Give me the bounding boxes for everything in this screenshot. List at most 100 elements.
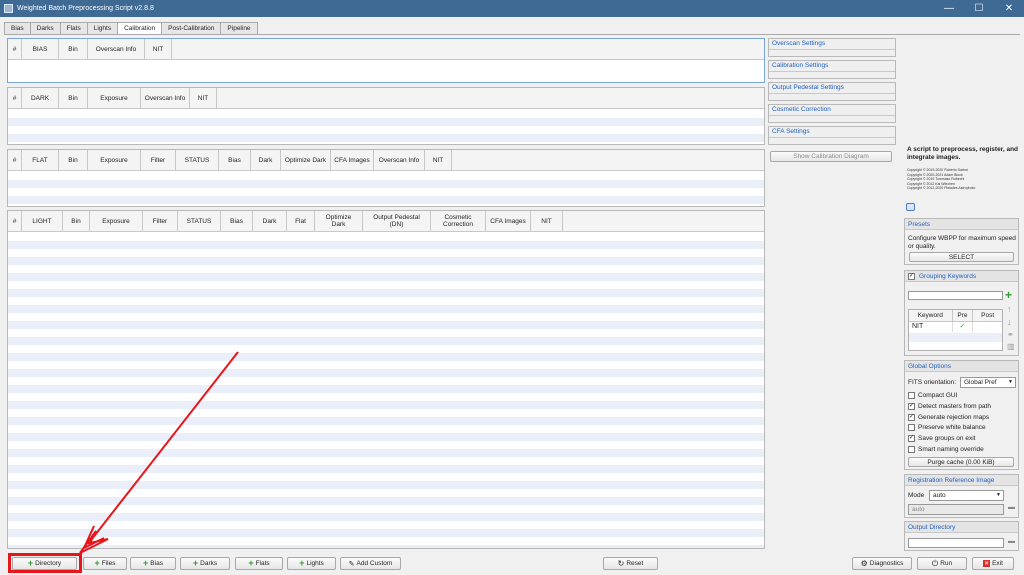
- move-down-icon[interactable]: ↓: [1007, 317, 1012, 327]
- col-exposure[interactable]: Exposure: [90, 211, 143, 231]
- col-post[interactable]: Post: [973, 310, 1002, 321]
- run-button[interactable]: ⏻ Run: [917, 557, 967, 570]
- tab-lights[interactable]: Lights: [86, 22, 119, 34]
- col-dark[interactable]: Dark: [253, 211, 287, 231]
- tab-post-calibration[interactable]: Post-Calibration: [161, 22, 222, 34]
- trash-icon[interactable]: ▥: [1007, 342, 1015, 351]
- rejection-maps-checkbox[interactable]: ✓: [908, 414, 915, 421]
- add-custom-button[interactable]: ✎ Add Custom: [340, 557, 401, 570]
- col-index[interactable]: #: [8, 39, 22, 59]
- col-exposure[interactable]: Exposure: [88, 150, 141, 170]
- move-up-icon[interactable]: ↑: [1007, 304, 1012, 314]
- tab-pipeline[interactable]: Pipeline: [220, 22, 258, 34]
- compact-gui-checkbox[interactable]: [908, 392, 915, 399]
- col-index[interactable]: #: [8, 150, 22, 170]
- col-overscan[interactable]: Overscan Info: [374, 150, 425, 170]
- reference-image-field[interactable]: auto: [908, 504, 1004, 515]
- close-button[interactable]: ✕: [994, 0, 1024, 17]
- col-flat[interactable]: FLAT: [22, 150, 59, 170]
- flat-table[interactable]: # FLAT Bin Exposure Filter STATUS Bias D…: [7, 149, 765, 207]
- table-rows[interactable]: [8, 172, 764, 206]
- col-keyword[interactable]: Keyword: [909, 310, 953, 321]
- table-row[interactable]: NIT ✓: [909, 322, 1002, 332]
- col-index[interactable]: #: [8, 88, 22, 108]
- col-optimize-dark[interactable]: Optimize Dark: [315, 211, 363, 231]
- table-rows[interactable]: [8, 233, 764, 548]
- col-optimize-dark[interactable]: Optimize Dark: [281, 150, 331, 170]
- col-flat[interactable]: Flat: [287, 211, 315, 231]
- comment-icon[interactable]: [906, 203, 915, 211]
- col-nit[interactable]: NIT: [425, 150, 452, 170]
- cosmetic-correction-settings[interactable]: Cosmetic Correction: [768, 104, 896, 123]
- add-bias-button[interactable]: + Bias: [130, 557, 176, 570]
- col-filter[interactable]: Filter: [143, 211, 178, 231]
- save-groups-checkbox[interactable]: ✓: [908, 435, 915, 442]
- calibration-settings[interactable]: Calibration Settings: [768, 60, 896, 79]
- col-bias[interactable]: Bias: [219, 150, 251, 170]
- smart-naming-checkbox[interactable]: [908, 446, 915, 453]
- add-darks-button[interactable]: + Darks: [180, 557, 230, 570]
- col-index[interactable]: #: [8, 211, 22, 231]
- col-cfa[interactable]: CFA Images: [486, 211, 531, 231]
- dark-table[interactable]: # DARK Bin Exposure Overscan Info NIT: [7, 87, 765, 145]
- fits-orientation-select[interactable]: Global Pref ▼: [960, 377, 1016, 388]
- col-overscan[interactable]: Overscan Info: [141, 88, 190, 108]
- folder-icon[interactable]: ▬: [1008, 504, 1015, 511]
- col-overscan[interactable]: Overscan Info: [88, 39, 145, 59]
- col-cfa[interactable]: CFA Images: [331, 150, 374, 170]
- overscan-settings[interactable]: Overscan Settings: [768, 38, 896, 57]
- bias-table[interactable]: # BIAS Bin Overscan Info NIT: [7, 38, 765, 83]
- post-cell[interactable]: [973, 322, 1002, 332]
- purge-cache-button[interactable]: Purge cache (0.00 KiB): [908, 457, 1014, 467]
- reset-button[interactable]: ↻ Reset: [603, 557, 658, 570]
- folder-icon[interactable]: ▬: [1008, 538, 1015, 545]
- light-table[interactable]: # LIGHT Bin Exposure Filter STATUS Bias …: [7, 210, 765, 549]
- col-exposure[interactable]: Exposure: [88, 88, 141, 108]
- col-nit[interactable]: NIT: [145, 39, 172, 59]
- col-cosmetic-correction[interactable]: Cosmetic Correction: [431, 211, 486, 231]
- col-dark[interactable]: DARK: [22, 88, 59, 108]
- exit-button[interactable]: ✕ Exit: [972, 557, 1014, 570]
- add-directory-button[interactable]: + Directory: [12, 557, 77, 570]
- cfa-settings[interactable]: CFA Settings: [768, 126, 896, 145]
- col-light[interactable]: LIGHT: [22, 211, 63, 231]
- detect-masters-checkbox[interactable]: ✓: [908, 403, 915, 410]
- col-filter[interactable]: Filter: [141, 150, 176, 170]
- diagnostics-button[interactable]: ⚙ Diagnostics: [852, 557, 912, 570]
- save-groups-label: Save groups on exit: [918, 435, 976, 442]
- tab-bias[interactable]: Bias: [4, 22, 31, 34]
- add-lights-button[interactable]: + Lights: [287, 557, 336, 570]
- col-bin[interactable]: Bin: [59, 88, 88, 108]
- col-status[interactable]: STATUS: [178, 211, 221, 231]
- add-keyword-icon[interactable]: +: [1005, 289, 1012, 301]
- pre-check-icon[interactable]: ✓: [953, 322, 974, 332]
- add-flats-button[interactable]: + Flats: [235, 557, 283, 570]
- table-rows[interactable]: [8, 110, 764, 144]
- output-pedestal-settings[interactable]: Output Pedestal Settings: [768, 82, 896, 101]
- col-nit[interactable]: NIT: [531, 211, 563, 231]
- show-calibration-diagram-button[interactable]: Show Calibration Diagram: [770, 151, 892, 162]
- col-status[interactable]: STATUS: [176, 150, 219, 170]
- col-nit[interactable]: NIT: [190, 88, 217, 108]
- add-files-button[interactable]: + Files: [83, 557, 127, 570]
- grouping-keywords-checkbox[interactable]: ✓: [908, 273, 915, 280]
- maximize-button[interactable]: ☐: [964, 0, 994, 17]
- tab-flats[interactable]: Flats: [59, 22, 88, 34]
- keyword-input[interactable]: [908, 291, 1003, 300]
- link-icon[interactable]: ⚭: [1007, 330, 1014, 339]
- output-directory-input[interactable]: [908, 538, 1004, 548]
- keywords-table[interactable]: Keyword Pre Post NIT ✓: [908, 309, 1003, 351]
- col-bin[interactable]: Bin: [59, 39, 88, 59]
- mode-select[interactable]: auto ▼: [929, 490, 1004, 501]
- minimize-button[interactable]: —: [934, 0, 964, 17]
- col-dark[interactable]: Dark: [251, 150, 281, 170]
- white-balance-checkbox[interactable]: [908, 424, 915, 431]
- presets-select-button[interactable]: SELECT: [909, 252, 1014, 262]
- col-output-pedestal[interactable]: Output Pedestal (DN): [363, 211, 431, 231]
- col-bin[interactable]: Bin: [63, 211, 90, 231]
- col-bin[interactable]: Bin: [59, 150, 88, 170]
- col-bias[interactable]: BIAS: [22, 39, 59, 59]
- col-pre[interactable]: Pre: [953, 310, 974, 321]
- col-bias[interactable]: Bias: [221, 211, 253, 231]
- tab-darks[interactable]: Darks: [29, 22, 61, 34]
